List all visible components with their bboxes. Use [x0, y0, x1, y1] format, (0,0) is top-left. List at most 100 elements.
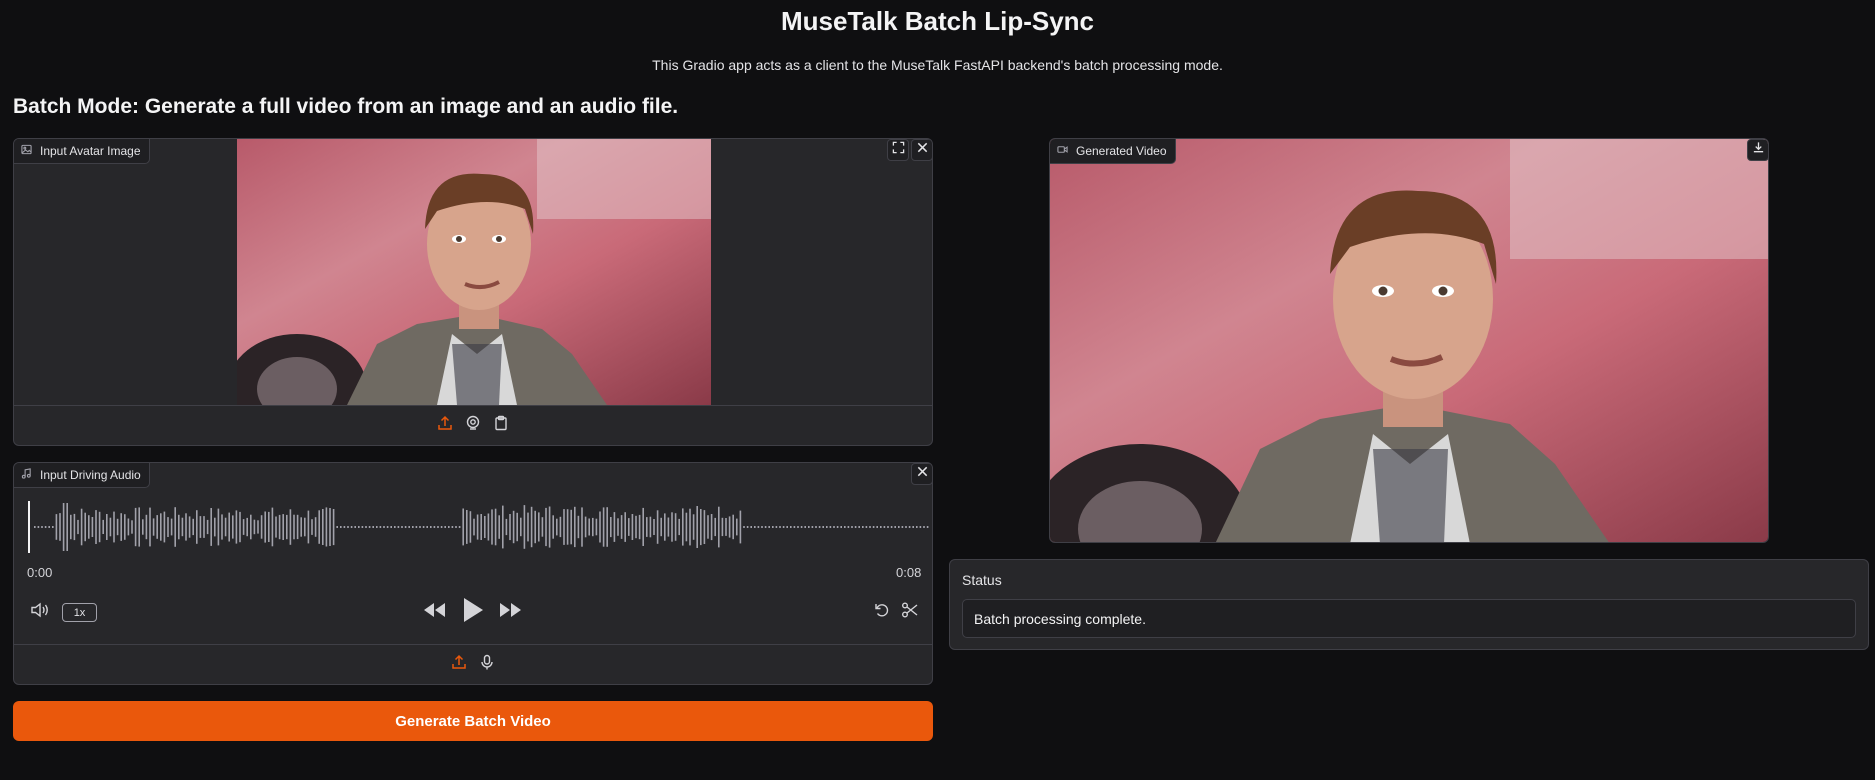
waveform-bar — [505, 518, 508, 536]
waveform-bar — [592, 517, 594, 537]
waveform-bar — [55, 514, 58, 540]
waveform-bar — [282, 514, 284, 540]
waveform-bar — [188, 516, 191, 538]
waveform-bar — [916, 526, 918, 528]
waveform-bar — [95, 510, 97, 544]
waveform-bar — [437, 526, 439, 528]
waveform-bar — [386, 526, 389, 528]
clipboard-source-button[interactable] — [492, 415, 510, 436]
waveform-bar — [797, 526, 799, 528]
rewind-button[interactable] — [423, 601, 447, 624]
audio-waveform[interactable] — [28, 499, 932, 555]
waveform-bar — [872, 526, 875, 528]
waveform-bar — [631, 514, 634, 540]
waveform-bar — [714, 517, 716, 537]
waveform-bar — [559, 516, 562, 538]
waveform-bar — [836, 526, 839, 528]
waveform-bar — [145, 514, 148, 540]
waveform-bar — [646, 517, 648, 537]
waveform-bar — [246, 517, 248, 537]
waveform-bar — [671, 512, 673, 542]
waveform-bar — [862, 526, 864, 528]
waveform-bar — [52, 526, 54, 528]
waveform-bar — [710, 514, 713, 541]
waveform-bar — [260, 515, 263, 539]
waveform-bar — [116, 518, 119, 536]
waveform-bar — [365, 526, 367, 528]
rewind-icon — [423, 601, 447, 624]
waveform-bar — [869, 526, 871, 528]
waveform-bar — [908, 526, 911, 528]
waveform-bar — [822, 526, 824, 528]
waveform-bar — [185, 513, 187, 541]
waveform-bar — [444, 526, 446, 528]
waveform-bar — [635, 515, 637, 539]
clear-audio-button[interactable] — [911, 463, 932, 485]
fullscreen-button[interactable] — [887, 139, 909, 161]
waveform-bar — [732, 514, 734, 540]
waveform-bar — [174, 507, 176, 547]
waveform-bar — [102, 519, 104, 534]
waveform-bar — [584, 516, 587, 538]
waveform-bar — [595, 518, 598, 536]
waveform-bar — [768, 526, 770, 528]
clear-image-button[interactable] — [911, 139, 932, 161]
playhead[interactable] — [28, 501, 30, 553]
status-textbox[interactable]: Batch processing complete. — [962, 599, 1856, 638]
generate-batch-video-button[interactable]: Generate Batch Video — [13, 701, 933, 741]
waveform-bar — [48, 526, 50, 528]
waveform-bar — [376, 526, 378, 528]
waveform-bar — [782, 526, 785, 528]
waveform-bar — [91, 517, 94, 537]
upload-audio-button[interactable] — [450, 654, 468, 674]
volume-icon — [30, 601, 52, 624]
trim-audio-button[interactable] — [900, 602, 920, 622]
waveform-bar — [901, 526, 904, 528]
waveform-bar — [775, 526, 778, 528]
waveform-bar — [206, 519, 209, 535]
download-icon — [1752, 141, 1765, 159]
generated-video-player[interactable] — [1050, 139, 1768, 542]
waveform-bar — [674, 513, 677, 541]
waveform-bar — [84, 512, 86, 542]
waveform-bar — [73, 513, 76, 541]
waveform-bar — [37, 526, 40, 528]
waveform-bar — [887, 526, 889, 528]
microphone-source-button[interactable] — [478, 654, 496, 674]
clipboard-icon — [493, 415, 509, 436]
waveform-bar — [808, 526, 810, 528]
waveform-bar — [764, 526, 767, 528]
reset-audio-button[interactable] — [872, 602, 892, 622]
waveform-bar — [142, 519, 144, 535]
playback-rate-button[interactable]: 1x — [62, 603, 97, 622]
waveform-bar — [361, 526, 364, 528]
status-panel: Status Batch processing complete. — [949, 559, 1869, 650]
webcam-source-button[interactable] — [464, 415, 482, 435]
waveform-bar — [397, 526, 400, 528]
upload-image-button[interactable] — [436, 415, 454, 435]
waveform-bar — [577, 515, 580, 539]
duration: 0:08 — [896, 565, 922, 580]
waveform-bar — [390, 526, 392, 528]
play-button[interactable] — [461, 597, 485, 627]
fast-forward-button[interactable] — [498, 602, 522, 621]
waveform-bar — [678, 518, 680, 536]
waveform-bar — [77, 519, 79, 535]
volume-button[interactable] — [30, 602, 52, 622]
waveform-bar — [34, 526, 36, 528]
waveform-bar — [217, 508, 220, 546]
waveform-bar — [858, 526, 860, 528]
waveform-bar — [415, 526, 418, 528]
waveform-bar — [541, 517, 544, 537]
waveform-bar — [466, 510, 468, 544]
waveform-bar — [556, 518, 558, 536]
waveform-bar — [512, 510, 515, 544]
video-output-label: Generated Video — [1050, 139, 1176, 164]
waveform-bar — [624, 512, 626, 542]
waveform-bar — [718, 506, 720, 548]
waveform-bar — [890, 526, 893, 528]
waveform-bar — [109, 517, 112, 537]
waveform-bar — [613, 512, 616, 542]
avatar-image — [237, 139, 711, 405]
download-video-button[interactable] — [1747, 139, 1768, 161]
